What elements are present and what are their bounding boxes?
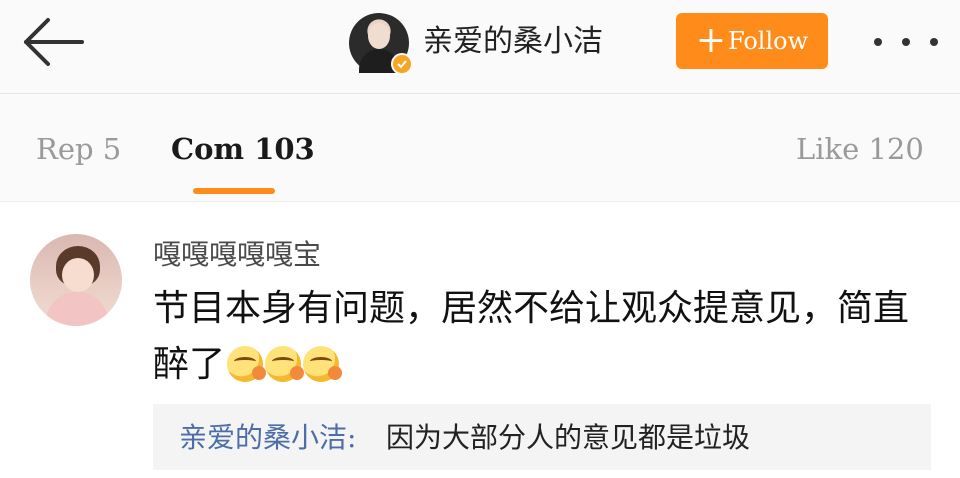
more-button[interactable] — [874, 30, 938, 54]
hugging-face-emoji-icon — [303, 346, 343, 382]
reply-text: 因为大部分人的意见都是垃圾 — [386, 421, 751, 454]
active-tab-indicator — [193, 188, 275, 194]
plus-icon: + — [695, 20, 727, 61]
comment-text: 节目本身有问题，居然不给让观众提意见，简直醉了 — [153, 281, 913, 393]
author-name[interactable]: 亲爱的桑小洁 — [423, 22, 603, 62]
hugging-face-emoji-icon — [265, 346, 305, 382]
hugging-face-emoji-icon — [227, 346, 267, 382]
reply-author[interactable]: 亲爱的桑小洁: — [179, 420, 356, 456]
back-button[interactable] — [20, 16, 86, 68]
more-dots-icon — [874, 38, 882, 46]
top-bar: 亲爱的桑小洁 + Follow — [0, 0, 960, 94]
follow-button[interactable]: + Follow — [676, 13, 828, 69]
tab-bar: Rep 5 Com 103 Like 120 — [0, 94, 960, 202]
tab-reposts[interactable]: Rep 5 — [36, 132, 121, 166]
follow-label: Follow — [728, 27, 809, 55]
commenter-name[interactable]: 嘎嘎嘎嘎嘎宝 — [153, 237, 321, 273]
author-avatar[interactable] — [349, 13, 413, 75]
reply-preview[interactable]: 亲爱的桑小洁: 因为大部分人的意见都是垃圾 — [153, 404, 931, 470]
tab-comments[interactable]: Com 103 — [171, 132, 315, 166]
tab-likes[interactable]: Like 120 — [796, 132, 924, 166]
back-arrow-icon — [24, 18, 84, 66]
verified-badge-icon — [391, 53, 413, 75]
commenter-avatar[interactable] — [30, 234, 122, 326]
comment-item: 嘎嘎嘎嘎嘎宝 节目本身有问题，居然不给让观众提意见，简直醉了 亲爱的桑小洁: 因… — [0, 203, 960, 478]
